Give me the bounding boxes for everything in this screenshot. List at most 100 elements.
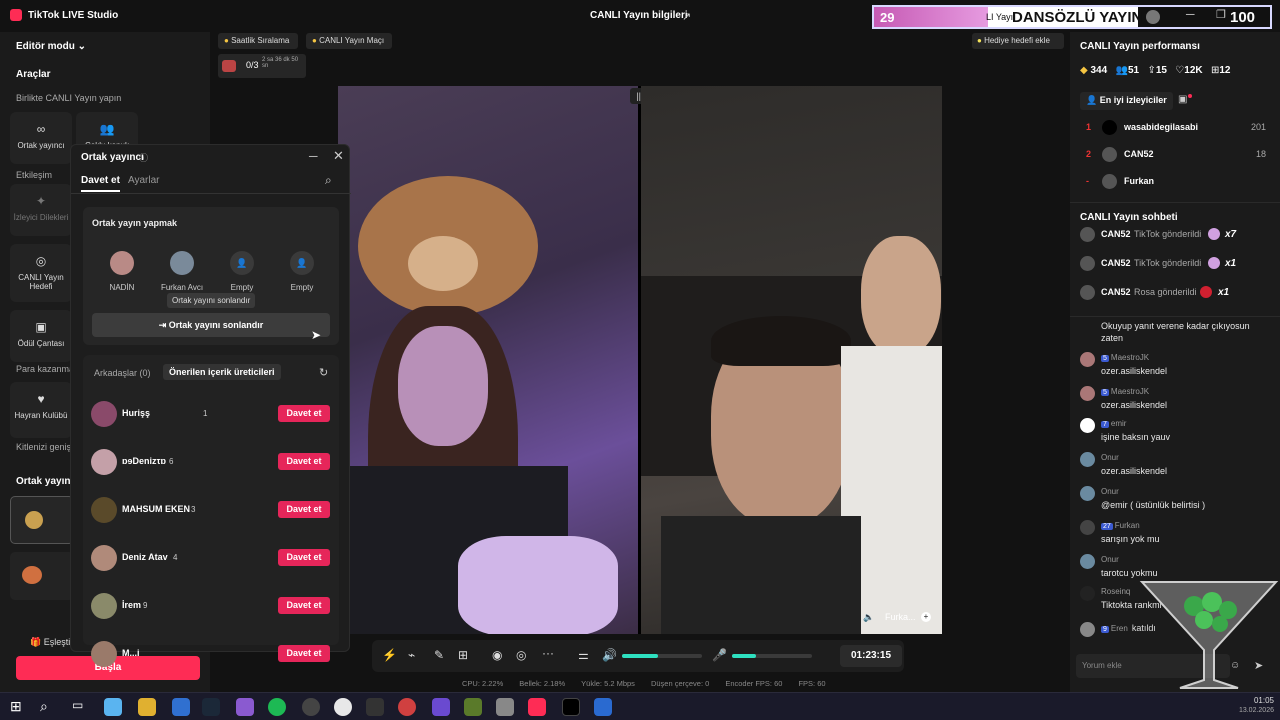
chrome-icon[interactable] — [334, 698, 352, 716]
add-icon[interactable]: + — [921, 612, 931, 622]
friends-tab[interactable]: Arkadaşlar (0) — [94, 368, 151, 378]
minecraft-icon[interactable] — [464, 698, 482, 716]
close-icon[interactable]: ✕ — [333, 148, 344, 164]
viewer-rank: 2 — [1086, 149, 1092, 159]
record-icon[interactable]: ◉ — [492, 648, 502, 662]
chat-text: ozer.asiliskendel — [1101, 400, 1168, 410]
effects-icon[interactable]: ⚡ — [382, 648, 397, 662]
app-icon[interactable] — [236, 698, 254, 716]
editor-mode-dropdown[interactable]: Editör modu ⌄ — [16, 41, 86, 52]
reward-bag-button[interactable]: ▣ Ödül Çantası — [10, 310, 72, 362]
end-cohost-button[interactable]: ⇥ Ortak yayını sonlandır — [92, 313, 330, 337]
cohost-card-2[interactable] — [10, 552, 74, 600]
invite-button[interactable]: Davet et — [278, 645, 330, 662]
volume-slider[interactable] — [622, 654, 702, 658]
progress-chip[interactable]: 0/3 2 sa 36 dk 50 sn — [218, 54, 306, 78]
more-icon[interactable]: ··· — [542, 646, 554, 660]
viewer-name[interactable]: wasabidegilasabi — [1124, 122, 1198, 132]
app-icon-5[interactable] — [594, 698, 612, 716]
gift-sender: CAN52 — [1101, 258, 1131, 268]
gift-goal-button[interactable]: ● Hediye hedefi ekle — [972, 33, 1064, 49]
hourly-ranking-chip[interactable]: ● Saatlik Sıralama — [218, 33, 298, 49]
modal-title: Ortak yayıncı — [81, 152, 144, 163]
share-icon[interactable]: ↗ — [682, 10, 691, 23]
mic-icon[interactable]: 🎤 — [712, 648, 727, 662]
gift-multiplier: x7 — [1225, 229, 1237, 240]
chat-username[interactable]: MaestroJK — [1111, 353, 1149, 362]
spotify-icon[interactable] — [268, 698, 286, 716]
viewer-requests-button[interactable]: ✦ İzleyici Dilekleri — [10, 184, 72, 236]
invite-button[interactable]: Davet et — [278, 549, 330, 566]
cohost-slot: NADİN — [98, 251, 146, 292]
invite-button[interactable]: Davet et — [278, 405, 330, 422]
chat-text: işine baksın yauv — [1101, 432, 1171, 442]
beauty-icon[interactable]: ✎ — [434, 648, 444, 662]
chat-username[interactable]: Onur — [1101, 487, 1119, 496]
chat-username[interactable]: Eren — [1111, 624, 1128, 633]
minimize-icon[interactable]: ─ — [1186, 7, 1195, 21]
gift-sender: CAN52 — [1101, 229, 1131, 239]
layout-icon[interactable]: ⊞ — [458, 648, 468, 662]
minimize-icon[interactable]: ─ — [309, 149, 318, 163]
chat-username[interactable]: Roseinq — [1101, 587, 1130, 596]
gifts-count: 12 — [1219, 65, 1231, 76]
chat-text: tarotcu yokmu — [1101, 568, 1158, 578]
file-explorer-icon[interactable] — [138, 698, 156, 716]
filter-icon[interactable]: ⌁ — [408, 648, 415, 662]
recommended-tab[interactable]: Önerilen içerik üreticileri — [163, 364, 281, 380]
chat-username[interactable]: MaestroJK — [1111, 387, 1149, 396]
invite-button[interactable]: Davet et — [278, 453, 330, 470]
tiktok-icon[interactable] — [562, 698, 580, 716]
mic-slider[interactable] — [732, 654, 812, 658]
chat-text: Okuyup yanıt verene kadar çıkıyosun zate… — [1101, 321, 1250, 343]
chat-username[interactable]: Furkan — [1115, 521, 1140, 530]
slot-label: Empty — [230, 283, 254, 292]
invite-button[interactable]: Davet et — [278, 597, 330, 614]
chat-username[interactable]: Onur — [1101, 453, 1119, 462]
steam-icon[interactable] — [202, 698, 220, 716]
match-button[interactable]: 🎁 Eşleştir — [30, 637, 73, 648]
progress-count: 0/3 — [246, 60, 259, 70]
speaker-icon[interactable]: 🔈 — [863, 612, 874, 623]
chat-icon[interactable]: ▣ — [1178, 94, 1187, 105]
cohost-tool-button[interactable]: ∞ Ortak yayıncı — [10, 112, 72, 164]
chat-username[interactable]: emir — [1111, 419, 1127, 428]
cohost-card-1[interactable] — [10, 496, 74, 544]
slot-label: Empty — [290, 283, 314, 292]
fan-club-button[interactable]: ♥ Hayran Kulübü — [10, 382, 72, 438]
live-goal-button[interactable]: ◎ CANLI Yayın Hedefi — [10, 244, 72, 302]
viewer-name[interactable]: CAN52 — [1124, 149, 1154, 159]
speaker-icon[interactable]: 🔊 — [602, 648, 617, 662]
search-icon[interactable]: ⌕ — [40, 698, 58, 716]
user-name: MAHSUM EKEN — [122, 504, 191, 514]
mixer-icon[interactable]: ⚌ — [578, 648, 589, 662]
viewer-name[interactable]: Furkan — [1124, 176, 1154, 186]
restore-icon[interactable]: ❐ — [1216, 8, 1226, 21]
cohost-slot[interactable]: 👤 Empty — [218, 251, 266, 292]
discord-icon[interactable] — [432, 698, 450, 716]
live-match-chip[interactable]: ● CANLI Yayın Maçı — [306, 33, 392, 49]
app-icon-2[interactable] — [302, 698, 320, 716]
browser-icon[interactable] — [172, 698, 190, 716]
app-icon-4[interactable] — [496, 698, 514, 716]
app-icon-3[interactable] — [398, 698, 416, 716]
cohost-slot[interactable]: 👤 Empty — [278, 251, 326, 292]
top-viewers-tab[interactable]: 👤 En iyi izleyiciler — [1080, 92, 1173, 110]
task-view-icon[interactable]: ▭ — [72, 698, 90, 716]
refresh-icon[interactable]: ↻ — [319, 366, 328, 379]
level-badge: 7 — [1101, 421, 1109, 428]
chat-username[interactable]: Onur — [1101, 555, 1119, 564]
tooltip: Ortak yayını sonlandır — [167, 293, 256, 308]
tiktok-live-icon[interactable] — [528, 698, 546, 716]
live-info-title[interactable]: CANLI Yayın bilgileri — [590, 10, 688, 21]
invite-button[interactable]: Davet et — [278, 501, 330, 518]
copilot-icon[interactable] — [104, 698, 122, 716]
tab-settings[interactable]: Ayarlar — [128, 175, 160, 186]
info-icon[interactable]: ⓘ — [139, 151, 148, 164]
windows-start-icon[interactable]: ⊞ — [10, 698, 28, 716]
search-icon[interactable]: ⌕ — [325, 173, 332, 188]
dropped-stat: Düşen çerçeve: 0 — [650, 679, 710, 688]
capture-icon[interactable]: ◎ — [516, 648, 526, 662]
obs-icon[interactable] — [366, 698, 384, 716]
tab-invite[interactable]: Davet et — [81, 175, 120, 192]
